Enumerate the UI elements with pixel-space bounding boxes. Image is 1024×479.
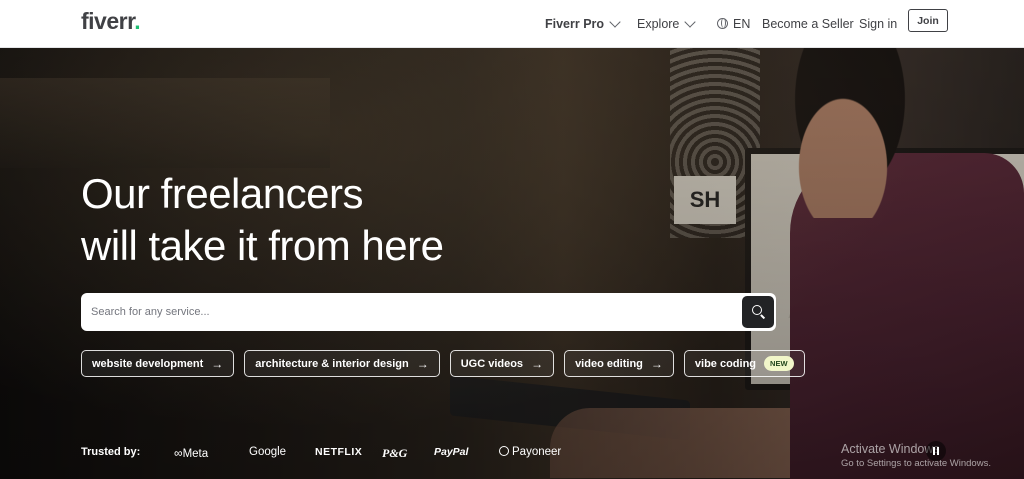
logo-dot: . xyxy=(134,8,141,34)
chip-label: video editing xyxy=(575,357,643,370)
chevron-down-icon xyxy=(684,15,697,28)
nav-language[interactable]: EN xyxy=(717,0,750,47)
popular-services: website development → architecture & int… xyxy=(81,350,805,377)
watermark-subtitle: Go to Settings to activate Windows. xyxy=(841,458,991,469)
meta-infinity-icon: ∞ xyxy=(174,446,183,460)
nav-language-label: EN xyxy=(733,16,751,31)
become-seller-link[interactable]: Become a Seller xyxy=(762,17,854,31)
chip-video-editing[interactable]: video editing → xyxy=(564,350,674,377)
arrow-right-icon: → xyxy=(650,356,663,371)
nav-explore[interactable]: Explore xyxy=(637,0,697,47)
globe-icon xyxy=(717,18,728,29)
headline-line-1: Our freelancers xyxy=(81,170,363,217)
chip-website-development[interactable]: website development → xyxy=(81,350,235,377)
nav-sign-in[interactable]: Sign in xyxy=(859,0,897,47)
logo-text: fiverr xyxy=(81,8,135,34)
nav-become-seller[interactable]: Become a Seller xyxy=(762,0,854,47)
arrow-right-icon: → xyxy=(211,356,224,371)
chip-label: architecture & interior design xyxy=(255,357,409,370)
pause-icon[interactable] xyxy=(926,441,946,461)
search-bar xyxy=(81,293,776,331)
chip-architecture-interior-design[interactable]: architecture & interior design → xyxy=(244,350,440,377)
sign-in-link[interactable]: Sign in xyxy=(859,17,897,31)
activate-windows-watermark: Activate Windows Go to Settings to activ… xyxy=(841,442,991,469)
google-logo: Google xyxy=(249,446,287,458)
chip-label: vibe coding xyxy=(694,357,757,370)
chip-vibe-coding[interactable]: vibe coding NEW xyxy=(683,350,805,377)
paypal-logo: PayPal xyxy=(434,446,469,458)
nav-explore-label: Explore xyxy=(637,16,680,31)
watermark-title: Activate Windows xyxy=(841,442,940,456)
pg-logo: P&G xyxy=(382,446,408,460)
magnifier-icon xyxy=(752,305,762,315)
payoneer-logo: Payoneer xyxy=(499,446,561,458)
nav-fiverr-pro-label: Fiverr Pro xyxy=(545,16,605,31)
chip-label: UGC videos xyxy=(460,357,524,370)
new-badge: NEW xyxy=(764,356,794,371)
arrow-right-icon: → xyxy=(416,356,429,371)
site-header: fiverr. Fiverr Pro Explore EN Become a S… xyxy=(0,0,1024,48)
netflix-logo: NETFLIX xyxy=(315,446,363,458)
payoneer-ring-icon xyxy=(499,446,509,456)
arrow-right-icon: → xyxy=(531,356,544,371)
search-button[interactable] xyxy=(742,296,774,328)
headline-line-2: will take it from here xyxy=(81,222,444,269)
chip-label: website development xyxy=(92,357,204,370)
search-input[interactable] xyxy=(81,293,731,331)
chip-ugc-videos[interactable]: UGC videos → xyxy=(449,350,555,377)
fiverr-logo[interactable]: fiverr. xyxy=(81,8,141,35)
hero-headline: Our freelancers will take it from here xyxy=(81,168,444,272)
trusted-by-label: Trusted by: xyxy=(81,446,141,458)
nav-fiverr-pro[interactable]: Fiverr Pro xyxy=(545,0,621,47)
chevron-down-icon xyxy=(609,15,621,28)
meta-logo: ∞Meta xyxy=(174,446,209,460)
join-button[interactable]: Join xyxy=(908,9,948,32)
